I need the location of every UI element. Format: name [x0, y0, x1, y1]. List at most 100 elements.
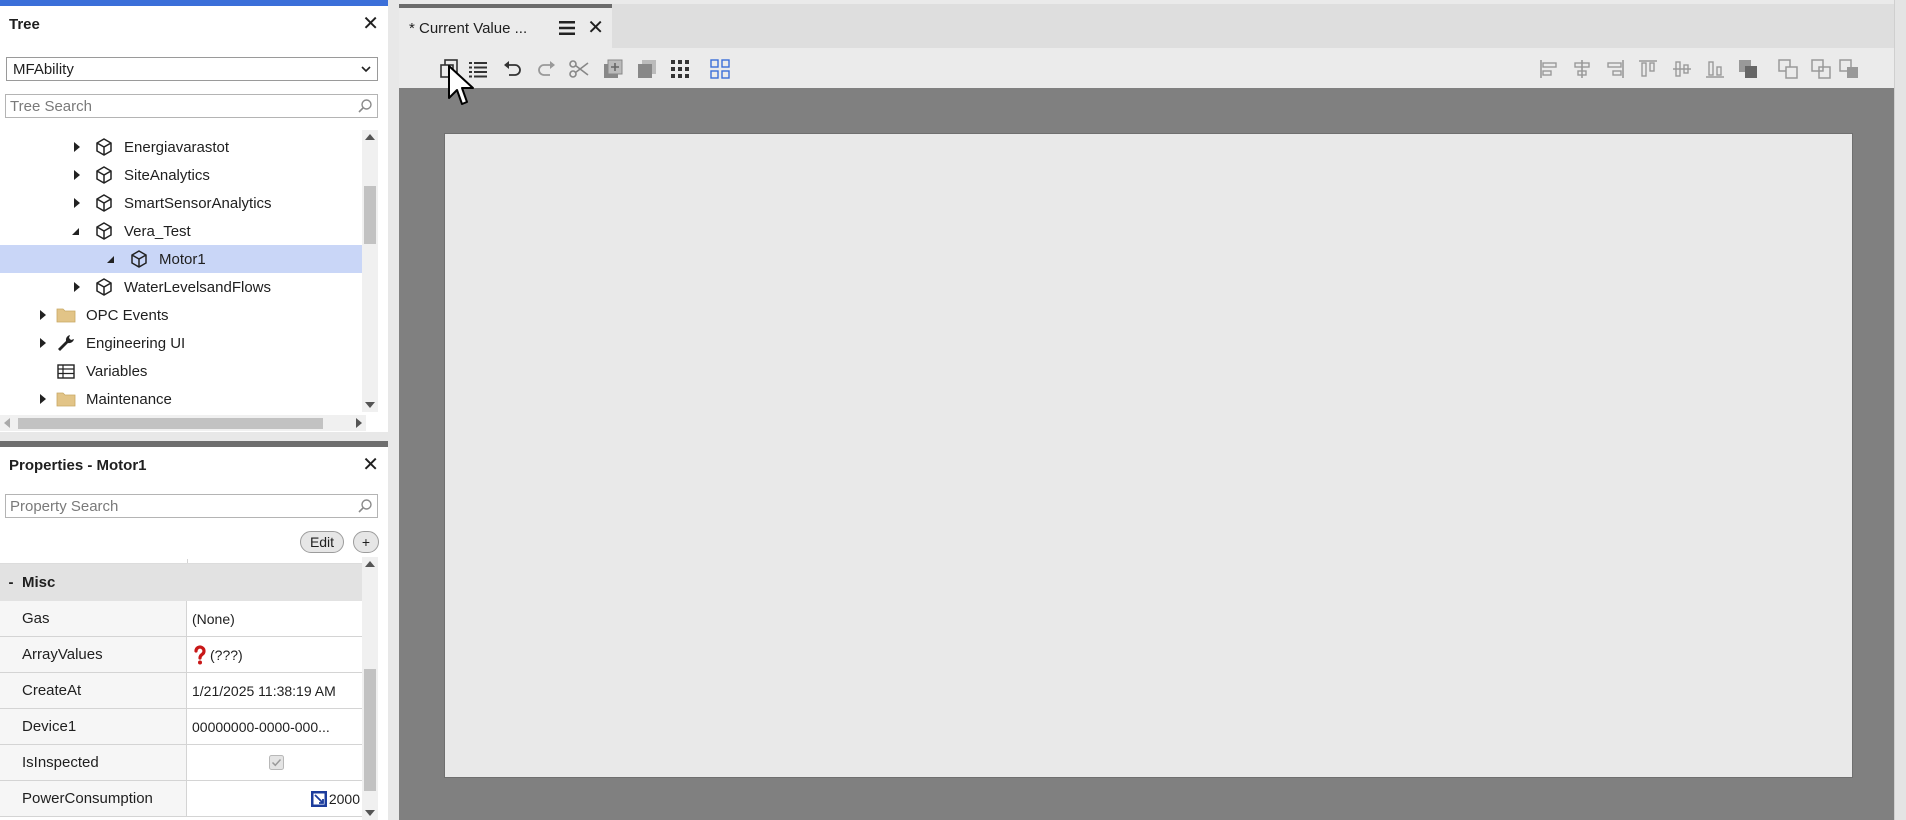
property-name: ArrayValues [0, 637, 187, 672]
tree-vertical-scrollbar[interactable] [362, 130, 378, 412]
tree-item-siteanalytics[interactable]: SiteAnalytics [0, 161, 366, 189]
checkbox-checked-icon[interactable] [268, 755, 284, 770]
tree-item-maintenance[interactable]: Maintenance [0, 385, 366, 412]
expand-arrow-icon[interactable] [72, 141, 82, 153]
property-row-isinspected[interactable]: IsInspected [0, 745, 366, 781]
scroll-up-icon[interactable] [365, 561, 375, 567]
tree-list: Energiavarastot SiteAnalytics SmartSenso… [0, 133, 366, 412]
edit-button[interactable]: Edit [300, 531, 344, 553]
cut-icon[interactable] [568, 58, 590, 80]
left-column: Tree ✕ MFAbility Energiavarastot Sit [0, 0, 388, 820]
group-collapse-toggle[interactable]: - [0, 574, 22, 591]
model-dropdown[interactable]: MFAbility [6, 57, 378, 81]
property-value[interactable]: 1/21/2025 11:38:19 AM [187, 673, 366, 708]
snap-grid-icon[interactable] [709, 58, 731, 80]
tree-item-engineering-ui[interactable]: Engineering UI [0, 329, 366, 357]
design-canvas[interactable] [444, 133, 1853, 778]
property-value-cell[interactable]: 2000 [187, 781, 366, 816]
property-grid: - Misc Gas (None) ArrayValues (???) Crea… [0, 559, 366, 817]
scroll-down-icon[interactable] [365, 810, 375, 816]
property-row-gas[interactable]: Gas (None) [0, 601, 366, 637]
tree-item-opc-events[interactable]: OPC Events [0, 301, 366, 329]
property-vertical-scrollbar[interactable] [362, 557, 378, 820]
tree-close-icon[interactable]: ✕ [362, 14, 379, 34]
scroll-up-icon[interactable] [365, 134, 375, 140]
expand-arrow-icon[interactable] [38, 337, 48, 349]
object-cube-icon [131, 250, 147, 268]
tree-item-label: Motor1 [159, 250, 206, 268]
panel-splitter[interactable] [0, 432, 388, 441]
expand-arrow-icon[interactable] [38, 309, 48, 321]
property-value-cell[interactable] [187, 745, 366, 780]
property-row-createat[interactable]: CreateAt 1/21/2025 11:38:19 AM [0, 673, 366, 709]
property-value-cell[interactable]: (???) [187, 637, 366, 672]
expand-arrow-icon[interactable] [72, 197, 82, 209]
folder-icon [56, 308, 76, 323]
tab-current-value[interactable]: * Current Value ... ✕ [399, 4, 612, 48]
tree-item-vera-test[interactable]: Vera_Test [0, 217, 366, 245]
linked-value-icon[interactable] [310, 790, 328, 808]
tree-item-energiavarastot[interactable]: Energiavarastot [0, 133, 366, 161]
property-row-device1[interactable]: Device1 00000000-0000-000... [0, 709, 366, 745]
scroll-down-icon[interactable] [365, 402, 375, 408]
tree-item-label: Energiavarastot [124, 138, 230, 156]
tree-item-motor1[interactable]: Motor1 [0, 245, 366, 273]
undo-icon[interactable] [502, 58, 524, 80]
align-bottom-icon[interactable] [1704, 58, 1726, 80]
property-name: CreateAt [0, 673, 187, 708]
scroll-left-icon[interactable] [4, 418, 10, 428]
scroll-right-icon[interactable] [356, 418, 362, 428]
tree-item-variables[interactable]: Variables [0, 357, 366, 385]
tab-close-icon[interactable]: ✕ [587, 18, 604, 38]
property-group-misc[interactable]: - Misc [0, 563, 366, 601]
scroll-thumb[interactable] [364, 669, 376, 791]
property-search-box[interactable] [5, 494, 378, 518]
object-cube-icon [96, 166, 112, 184]
redo-icon[interactable] [535, 58, 557, 80]
tab-strip [612, 4, 1906, 48]
tree-item-waterlevelsandflows[interactable]: WaterLevelsandFlows [0, 273, 366, 301]
properties-panel-header: Properties - Motor1 ✕ [0, 447, 388, 483]
grid-dots-icon[interactable] [669, 58, 691, 80]
align-middle-icon[interactable] [1671, 58, 1693, 80]
expand-arrow-icon[interactable] [38, 393, 48, 405]
scroll-thumb[interactable] [18, 418, 323, 429]
tree-search-box[interactable] [5, 94, 378, 118]
property-row-arrayvalues[interactable]: ArrayValues (???) [0, 637, 366, 673]
align-center-icon[interactable] [1571, 58, 1593, 80]
collapse-arrow-icon[interactable] [70, 225, 80, 237]
right-edge-bar [1894, 0, 1906, 820]
property-value: 2000 [328, 790, 360, 807]
table-icon [57, 364, 75, 379]
property-name: IsInspected [0, 745, 187, 780]
expand-arrow-icon[interactable] [72, 169, 82, 181]
group-icon[interactable] [1777, 58, 1799, 80]
scroll-thumb[interactable] [364, 186, 376, 244]
arrange-icon[interactable] [1838, 58, 1860, 80]
property-value[interactable]: 00000000-0000-000... [187, 709, 366, 744]
model-dropdown-value: MFAbility [13, 60, 74, 78]
tree-item-smartsensoranalytics[interactable]: SmartSensorAnalytics [0, 189, 366, 217]
hamburger-menu-icon[interactable] [559, 21, 576, 35]
property-row-powerconsumption[interactable]: PowerConsumption 2000 [0, 781, 366, 817]
add-property-button[interactable]: + [353, 531, 379, 553]
align-right-icon[interactable] [1604, 58, 1626, 80]
align-left-icon[interactable] [1538, 58, 1560, 80]
bring-forward-icon[interactable] [602, 58, 624, 80]
chevron-down-icon [361, 66, 371, 73]
align-top-icon[interactable] [1637, 58, 1659, 80]
property-search-input[interactable] [10, 497, 357, 515]
send-backward-icon[interactable] [636, 58, 658, 80]
collapse-arrow-icon[interactable] [105, 253, 115, 265]
expand-arrow-icon[interactable] [72, 281, 82, 293]
tree-horizontal-scrollbar[interactable] [0, 415, 366, 431]
ungroup-icon[interactable] [1810, 58, 1832, 80]
properties-close-icon[interactable]: ✕ [362, 455, 379, 475]
order-icon[interactable] [1737, 58, 1759, 80]
tree-search-input[interactable] [10, 97, 357, 115]
tree-item-label: WaterLevelsandFlows [124, 278, 272, 296]
property-name: Gas [0, 601, 187, 636]
property-value[interactable]: (None) [187, 601, 366, 636]
tab-title: * Current Value ... [409, 19, 528, 37]
property-name: Device1 [0, 709, 187, 744]
